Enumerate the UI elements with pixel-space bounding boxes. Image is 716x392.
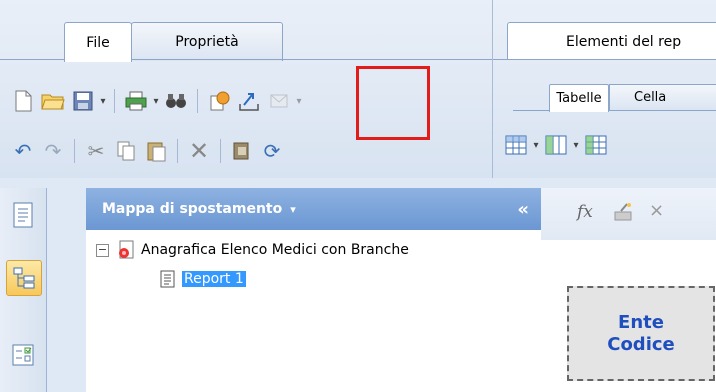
toolbar-separator xyxy=(220,139,221,163)
tab-proprieta[interactable]: Proprietà xyxy=(131,22,283,61)
highlight-box xyxy=(356,66,430,140)
tree-collapse-toggle-icon[interactable]: − xyxy=(96,243,109,257)
tree-node-document[interactable]: − Anagrafica Elenco Medici con Branche xyxy=(96,240,409,260)
ribbon-tabstrip: File Proprietà xyxy=(0,0,492,62)
toolbar-row-2: ↶ ↷ ✂ ✕ ⟳ xyxy=(8,136,287,166)
cut-icon[interactable]: ✂ xyxy=(81,136,111,166)
undo-icon[interactable]: ↶ xyxy=(8,136,38,166)
formula-fx-icon[interactable]: fx xyxy=(577,202,593,222)
subtab-cella-label: Cella xyxy=(634,90,667,105)
table-toolbar: ▾ ▾ xyxy=(501,130,611,160)
tab-proprieta-label: Proprietà xyxy=(175,34,239,50)
table-crosstab-icon[interactable] xyxy=(581,130,611,160)
map-panel-header: Mappa di spostamento ▾ « xyxy=(86,188,541,230)
toolbar-separator xyxy=(197,89,198,113)
export-icon[interactable] xyxy=(234,86,264,116)
save-dropdown-icon[interactable]: ▾ xyxy=(98,86,108,116)
save-icon[interactable] xyxy=(68,86,98,116)
send-mail-icon xyxy=(264,86,294,116)
print-dropdown-icon[interactable]: ▾ xyxy=(151,86,161,116)
tab-file[interactable]: File xyxy=(64,22,132,62)
table-grid-dropdown-icon[interactable]: ▾ xyxy=(531,130,541,160)
toolbar-row-1: ▾ ▾ ▾ xyxy=(8,86,304,116)
formula-edit-icon[interactable] xyxy=(613,202,635,226)
input-controls-icon[interactable] xyxy=(6,338,40,372)
table-grid-icon[interactable] xyxy=(501,130,531,160)
find-binoculars-icon[interactable] xyxy=(161,86,191,116)
collapse-panel-icon[interactable]: « xyxy=(517,199,529,220)
toolbar-separator xyxy=(114,89,115,113)
toolbar-separator xyxy=(74,139,75,163)
tab-divider xyxy=(493,59,716,60)
tree-document-label: Anagrafica Elenco Medici con Branche xyxy=(141,242,409,258)
tree-report-label: Report 1 xyxy=(182,271,246,287)
new-document-icon[interactable] xyxy=(8,86,38,116)
table-columns-dropdown-icon[interactable]: ▾ xyxy=(571,130,581,160)
left-sidebar xyxy=(0,188,47,392)
subtab-strip: Tabelle Cella xyxy=(513,80,716,112)
formula-cancel-icon[interactable]: × xyxy=(649,200,664,221)
table-columns-icon[interactable] xyxy=(541,130,571,160)
format-painter-icon[interactable] xyxy=(227,136,257,166)
navigation-map-icon[interactable] xyxy=(6,260,42,296)
toolbar-separator xyxy=(177,139,178,163)
cell-line-2: Codice xyxy=(607,333,675,355)
report-page-icon xyxy=(160,270,175,288)
refresh-data-icon[interactable] xyxy=(204,86,234,116)
subtab-cella[interactable]: Cella xyxy=(609,84,716,110)
tab-report-elements[interactable]: Elementi del rep xyxy=(507,22,716,60)
map-panel-dropdown-icon[interactable]: ▾ xyxy=(290,203,296,216)
delete-icon[interactable]: ✕ xyxy=(184,136,214,166)
document-summary-icon[interactable] xyxy=(6,198,40,232)
tab-report-elements-label: Elementi del rep xyxy=(566,33,682,50)
open-folder-icon[interactable] xyxy=(38,86,68,116)
tree-node-report[interactable]: Report 1 xyxy=(160,270,246,288)
copy-icon[interactable] xyxy=(111,136,141,166)
cell-line-1: Ente xyxy=(618,311,664,333)
print-icon[interactable] xyxy=(121,86,151,116)
ribbon-right-group: Elementi del rep Tabelle Cella ▾ ▾ xyxy=(493,0,716,178)
paste-icon[interactable] xyxy=(141,136,171,166)
report-table-header-cell[interactable]: Ente Codice xyxy=(567,286,715,381)
map-panel-title: Mappa di spostamento xyxy=(102,201,283,217)
document-icon xyxy=(119,240,134,259)
send-dropdown-icon: ▾ xyxy=(296,95,302,107)
sync-icon[interactable]: ⟳ xyxy=(257,136,287,166)
redo-icon: ↷ xyxy=(44,139,62,163)
map-panel-body: − Anagrafica Elenco Medici con Branche R… xyxy=(86,230,542,392)
tab-file-label: File xyxy=(86,34,110,51)
subtab-tabelle[interactable]: Tabelle xyxy=(549,84,609,112)
formula-bar: fx × xyxy=(541,188,716,241)
subtab-tabelle-label: Tabelle xyxy=(556,91,602,106)
